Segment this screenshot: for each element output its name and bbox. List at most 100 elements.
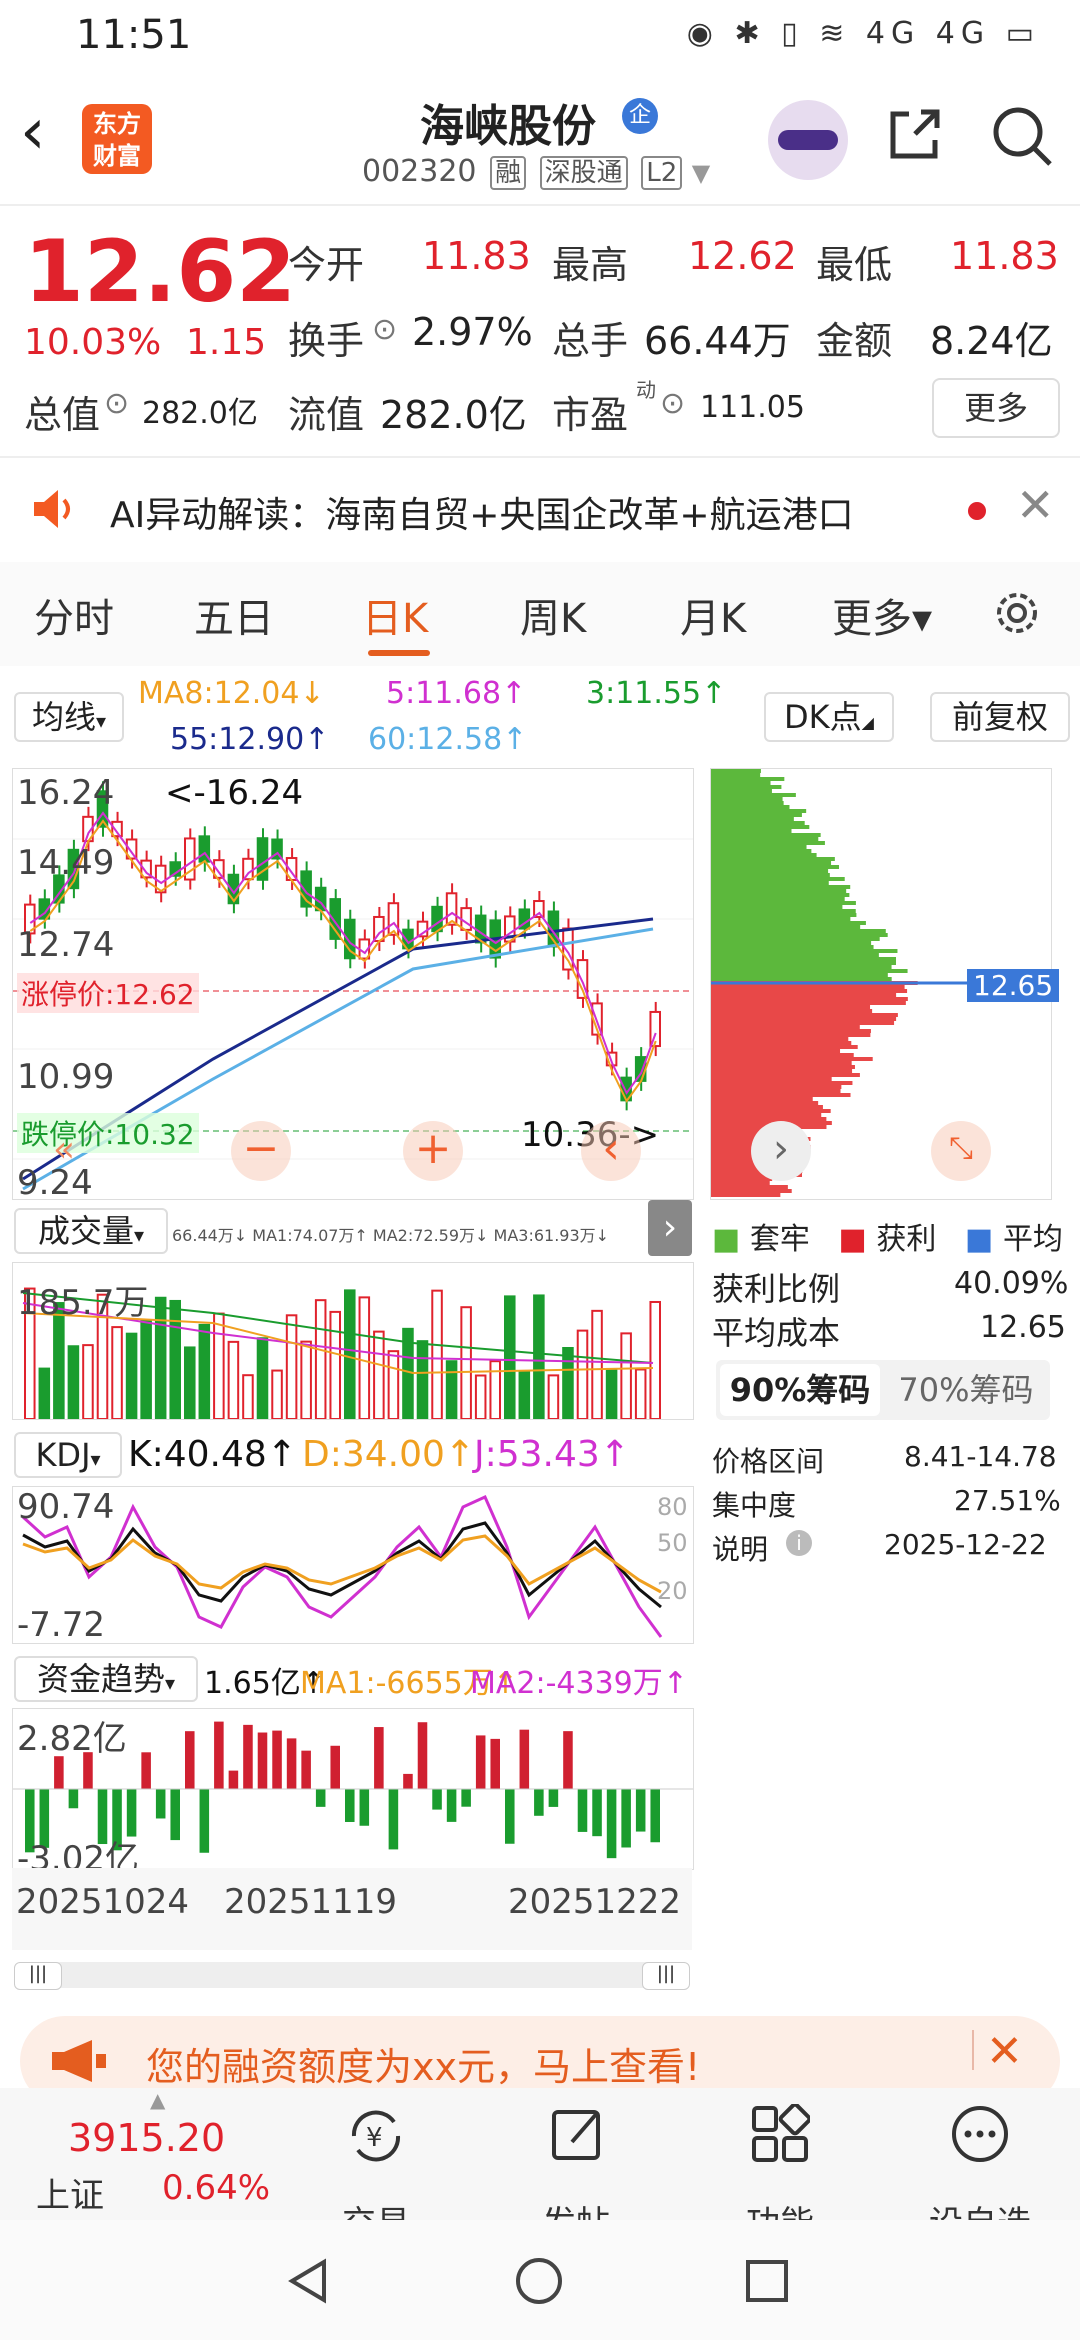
- info-icon[interactable]: ⊙: [104, 386, 129, 421]
- volume-bar: [314, 1299, 327, 1420]
- chip-bar: [711, 805, 790, 809]
- chip-legend: ■ 套牢 ■ 获利 ■ 平均: [712, 1214, 1063, 1258]
- info-icon[interactable]: ⊙: [660, 386, 685, 421]
- chip-bar: [711, 885, 851, 889]
- fund-bar: [388, 1789, 399, 1850]
- share-icon[interactable]: [885, 104, 945, 164]
- chip-bar: [711, 985, 905, 989]
- dk-point-button[interactable]: DK点◢: [764, 692, 894, 742]
- fund-bar: [374, 1727, 384, 1789]
- volume-bar: [38, 1367, 51, 1421]
- close-icon[interactable]: ✕: [1016, 478, 1055, 532]
- zoom-out-icon[interactable]: −: [231, 1121, 291, 1181]
- info-icon[interactable]: ⊙: [372, 312, 397, 347]
- rewind-icon[interactable]: «: [53, 1129, 75, 1170]
- chip-bar: [711, 1081, 853, 1085]
- settings-gear-icon[interactable]: [990, 586, 1044, 640]
- mktcap-label: 总值: [24, 393, 101, 437]
- ma8-value: MA8:12.04↓: [138, 676, 325, 711]
- chip-bar: [711, 1189, 792, 1193]
- expand-icon[interactable]: ⤡: [931, 1121, 991, 1181]
- volume-bar: [184, 1346, 196, 1420]
- system-recent-icon[interactable]: [744, 2258, 790, 2304]
- collapse-icon[interactable]: ›: [648, 1200, 692, 1256]
- stock-code-line[interactable]: 002320 融 深股通 L2 ▼: [362, 152, 710, 190]
- legend-profit: 获利: [876, 1222, 937, 1257]
- adjust-button[interactable]: 前复权: [930, 692, 1070, 742]
- note-label: 说明: [712, 1533, 769, 1566]
- fund-bar: [126, 1789, 137, 1837]
- tab-intraday[interactable]: 分时: [34, 586, 114, 644]
- tab-chip-70[interactable]: 70%筹码: [886, 1364, 1046, 1416]
- chip-panel[interactable]: 12.65 › ⤡: [710, 768, 1060, 1200]
- tab-more[interactable]: 更多▾: [832, 586, 932, 644]
- chip-bar: [711, 829, 792, 833]
- concentration-label: 集中度: [712, 1489, 797, 1522]
- chip-bar: [711, 1177, 773, 1181]
- tab-five-day[interactable]: 五日: [194, 586, 274, 644]
- open-label: 今开: [288, 243, 365, 287]
- index-pct[interactable]: 0.64%: [162, 2168, 270, 2208]
- kdj-chart: [21, 1495, 663, 1638]
- low-label: 最低: [816, 243, 893, 287]
- change-amount: 1.15: [186, 322, 267, 363]
- range-scrollbar[interactable]: ||| |||: [14, 1962, 690, 1990]
- scroll-handle-right[interactable]: |||: [642, 1962, 690, 1990]
- tab-daily-k[interactable]: 日K: [362, 586, 428, 644]
- volume-bar: [329, 1310, 342, 1420]
- ai-banner[interactable]: AI异动解读：海南自贸+央国企改革+航运港口 ✕: [0, 460, 1080, 560]
- tab-weekly-k[interactable]: 周K: [520, 586, 586, 644]
- info-icon[interactable]: i: [786, 1530, 812, 1556]
- more-button[interactable]: 更多: [932, 378, 1060, 438]
- index-value[interactable]: 3915.20: [68, 2116, 225, 2160]
- connect-tag: 深股通: [539, 156, 628, 190]
- more-dots-icon[interactable]: [948, 2102, 1012, 2166]
- tab-chip-90[interactable]: 90%筹码: [720, 1364, 880, 1416]
- chip-bar: [711, 917, 851, 921]
- volume-bar: [634, 1368, 647, 1420]
- search-icon[interactable]: [990, 104, 1054, 168]
- volume-selector[interactable]: 成交量▾: [14, 1208, 168, 1254]
- chip-bar: [711, 945, 874, 949]
- next-icon[interactable]: ›: [751, 1121, 811, 1181]
- y-label-3: 12.74: [17, 925, 115, 965]
- back-icon[interactable]: ‹: [20, 100, 46, 164]
- volume-bar: [154, 1296, 167, 1421]
- scroll-handle-left[interactable]: |||: [14, 1962, 62, 1990]
- chip-bar: [711, 821, 805, 825]
- candle-body: [445, 892, 458, 926]
- chip-bar: [711, 861, 832, 865]
- ai-robot-avatar[interactable]: [768, 100, 848, 180]
- fund-bar: [490, 1738, 500, 1789]
- fund-selector[interactable]: 资金趋势▾: [14, 1656, 198, 1702]
- chip-tabs: 90%筹码 70%筹码: [716, 1360, 1050, 1420]
- ma-selector[interactable]: 均线▾: [14, 692, 124, 742]
- system-home-icon[interactable]: [514, 2256, 564, 2306]
- fund-bar: [403, 1773, 413, 1789]
- chip-bar: [711, 977, 892, 981]
- candle-body: [242, 857, 254, 881]
- chip-bar: [711, 773, 761, 777]
- post-icon[interactable]: [548, 2104, 608, 2164]
- close-icon[interactable]: ✕: [986, 2026, 1023, 2077]
- chip-bar: [711, 1069, 853, 1073]
- fund-bar: [170, 1789, 180, 1841]
- volume-bar: [576, 1329, 589, 1420]
- chip-bar: [711, 1101, 819, 1105]
- function-grid-icon[interactable]: [750, 2104, 810, 2164]
- megaphone-icon: [52, 2040, 106, 2082]
- volume-bar: [533, 1294, 545, 1421]
- prev-icon[interactable]: ‹: [581, 1121, 641, 1181]
- system-back-icon[interactable]: [284, 2256, 334, 2306]
- trade-icon[interactable]: ¥: [344, 2104, 408, 2168]
- fund-top: 2.82亿: [17, 1719, 127, 1759]
- chip-bar: [711, 893, 850, 897]
- volume-bar: [518, 1371, 531, 1421]
- index-name[interactable]: 上证: [36, 2168, 104, 2217]
- status-time: 11:51: [76, 12, 192, 58]
- kline-panel[interactable]: 16.24 14.49 12.74 10.99 9.24 <-16.24 10.…: [12, 768, 694, 1203]
- chip-bar: [711, 837, 819, 841]
- tab-monthly-k[interactable]: 月K: [680, 586, 746, 644]
- kdj-selector[interactable]: KDJ▾: [14, 1432, 122, 1478]
- zoom-in-icon[interactable]: +: [403, 1121, 463, 1181]
